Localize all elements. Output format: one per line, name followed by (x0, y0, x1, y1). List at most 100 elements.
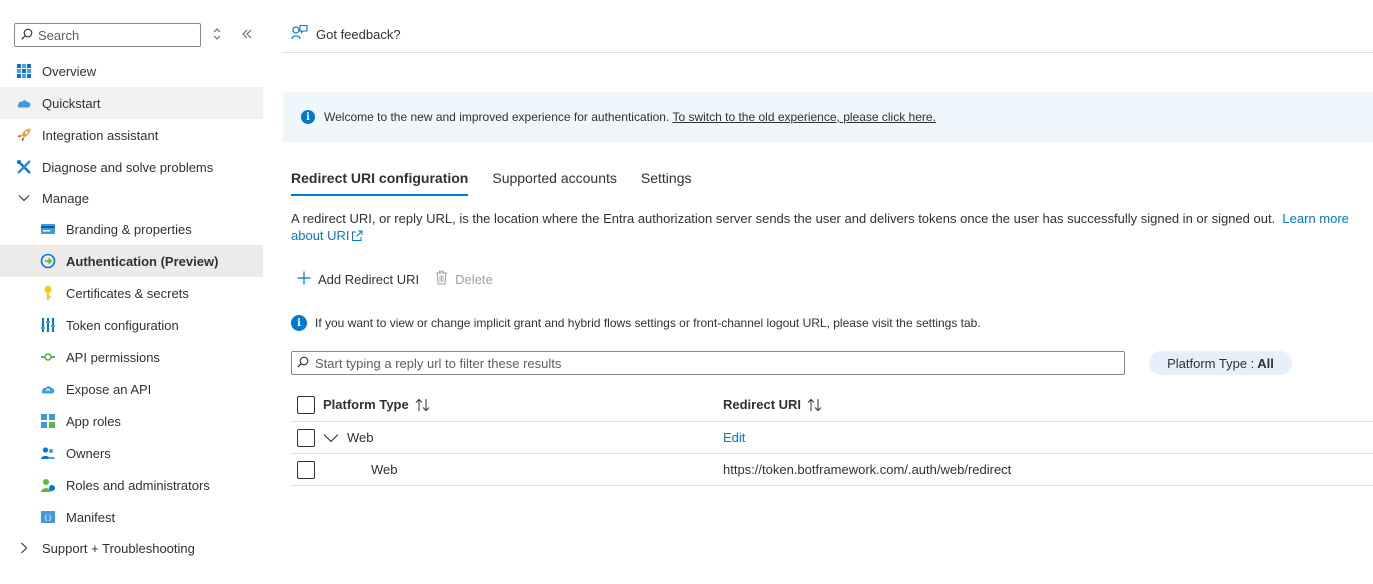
sidebar-item-authentication[interactable]: Authentication (Preview) (0, 245, 263, 277)
sidebar-item-expose-api[interactable]: Expose an API (0, 373, 263, 405)
app-roles-icon (40, 413, 56, 429)
tab-supported-accounts[interactable]: Supported accounts (492, 170, 617, 196)
group-row-web: Web Edit (291, 422, 1373, 454)
sidebar-item-owners[interactable]: Owners (0, 437, 263, 469)
sidebar-item-certificates[interactable]: Certificates & secrets (0, 277, 263, 309)
redirect-uri-grid: Platform Type Redirect URI Web Edit Web … (291, 388, 1373, 486)
sidebar-item-roles-admins[interactable]: Roles and administrators (0, 469, 263, 501)
banner-text: Welcome to the new and improved experien… (324, 110, 936, 124)
sidebar-item-label: Expose an API (66, 381, 152, 397)
external-link-icon (351, 229, 363, 246)
rocket-icon (16, 127, 32, 143)
sidebar-item-label: Manifest (66, 509, 116, 525)
column-header-label: Redirect URI (723, 397, 802, 412)
description-text: A redirect URI, or reply URL, is the loc… (291, 211, 1276, 226)
sidebar-item-overview[interactable]: Overview (0, 55, 263, 87)
select-all-checkbox[interactable] (297, 395, 315, 414)
sidebar-item-integration-assistant[interactable]: Integration assistant (0, 119, 263, 151)
delete-button[interactable]: Delete (435, 270, 493, 288)
banner-message: Welcome to the new and improved experien… (324, 110, 670, 124)
left-nav: Search Overview Quickstart Integration a… (0, 0, 263, 584)
sidebar-group-manage[interactable]: Manage (0, 183, 263, 213)
chevron-down-icon[interactable] (323, 433, 339, 443)
platform-filter-label: Platform Type : (1167, 355, 1255, 371)
sidebar-search-row: Search (14, 23, 201, 47)
trash-icon (435, 270, 448, 288)
implicit-grant-note: i If you want to view or change implicit… (291, 315, 981, 331)
edit-link[interactable]: Edit (723, 430, 745, 445)
sidebar-item-label: Authentication (Preview) (66, 253, 219, 269)
branding-card-icon (40, 221, 56, 237)
sidebar-item-label: Overview (42, 63, 97, 79)
sort-toggle-icon[interactable] (212, 27, 222, 46)
sidebar-item-branding[interactable]: Branding & properties (0, 213, 263, 245)
table-row: Web https://token.botframework.com/.auth… (291, 454, 1373, 486)
info-icon: i (291, 315, 307, 331)
reply-url-filter[interactable] (291, 351, 1125, 375)
tab-redirect-uri-configuration[interactable]: Redirect URI configuration (291, 170, 469, 196)
sidebar-item-label: Roles and administrators (66, 477, 210, 493)
sidebar-item-label: Diagnose and solve problems (42, 159, 214, 175)
owners-users-icon (40, 445, 56, 461)
cloud-api-icon (40, 381, 56, 397)
delete-label: Delete (455, 271, 493, 287)
group-action-cell: Edit (723, 430, 745, 445)
tab-settings[interactable]: Settings (641, 170, 692, 196)
sidebar-item-quickstart[interactable]: Quickstart (0, 87, 263, 119)
sidebar-nav: Overview Quickstart Integration assistan… (0, 55, 263, 563)
header-divider (283, 52, 1373, 53)
search-icon (21, 28, 33, 43)
sidebar-item-label: API permissions (66, 349, 160, 365)
info-icon: i (301, 110, 315, 124)
sort-icon[interactable] (415, 398, 431, 412)
redirect-uri-cell: https://token.botframework.com/.auth/web… (723, 462, 1012, 477)
sidebar-item-diagnose[interactable]: Diagnose and solve problems (0, 151, 263, 183)
group-platform-label: Web (347, 430, 374, 445)
feedback-icon (291, 24, 308, 44)
grid-header-row: Platform Type Redirect URI (291, 388, 1373, 422)
collapse-sidebar-icon[interactable] (241, 27, 253, 46)
platform-filter-value: All (1257, 355, 1274, 371)
reply-url-filter-input[interactable] (315, 355, 1115, 371)
cloud-icon (16, 95, 32, 111)
implicit-grant-text: If you want to view or change implicit g… (315, 316, 981, 330)
switch-old-experience-link[interactable]: To switch to the old experience, please … (672, 110, 935, 124)
sidebar-item-label: Certificates & secrets (66, 285, 189, 301)
overview-grid-icon (16, 63, 32, 79)
main-content: Got feedback? i Welcome to the new and i… (283, 0, 1373, 584)
sidebar-group-support[interactable]: Support + Troubleshooting (0, 533, 263, 563)
sidebar-item-label: Integration assistant (42, 127, 159, 143)
platform-cell: Web (371, 462, 398, 477)
sidebar-item-label: Quickstart (42, 95, 101, 111)
add-redirect-uri-label: Add Redirect URI (318, 271, 420, 287)
add-redirect-uri-button[interactable]: Add Redirect URI (297, 271, 419, 288)
plus-icon (297, 271, 311, 288)
api-permissions-icon (40, 349, 56, 365)
sidebar-search-input[interactable]: Search (14, 23, 201, 47)
authentication-icon (40, 253, 56, 269)
sidebar-item-token-configuration[interactable]: Token configuration (0, 309, 263, 341)
sidebar-item-label: Token configuration (66, 317, 179, 333)
roles-admin-icon (40, 477, 56, 493)
tab-bar: Redirect URI configuration Supported acc… (291, 170, 715, 196)
sidebar-item-label: Owners (66, 445, 111, 461)
group-platform-cell: Web (323, 430, 374, 445)
chevron-right-icon (16, 542, 32, 554)
sidebar-search-placeholder: Search (38, 27, 80, 43)
sort-icon[interactable] (807, 398, 823, 412)
svg-text:{}: {} (44, 514, 52, 522)
sidebar-group-label: Manage (42, 190, 89, 206)
sidebar-item-label: Branding & properties (66, 221, 192, 237)
row-checkbox[interactable] (297, 460, 315, 479)
group-row-checkbox[interactable] (297, 428, 315, 447)
sidebar-item-api-permissions[interactable]: API permissions (0, 341, 263, 373)
redirect-uri-description: A redirect URI, or reply URL, is the loc… (291, 210, 1373, 246)
chevron-down-icon (16, 194, 32, 202)
column-header-platform-type[interactable]: Platform Type (323, 397, 431, 412)
token-bars-icon (40, 317, 56, 333)
sidebar-item-app-roles[interactable]: App roles (0, 405, 263, 437)
column-header-redirect-uri[interactable]: Redirect URI (723, 397, 823, 412)
platform-type-filter-pill[interactable]: Platform Type : All (1149, 351, 1292, 375)
sidebar-item-manifest[interactable]: {} Manifest (0, 501, 263, 533)
feedback-button[interactable]: Got feedback? (291, 24, 401, 44)
